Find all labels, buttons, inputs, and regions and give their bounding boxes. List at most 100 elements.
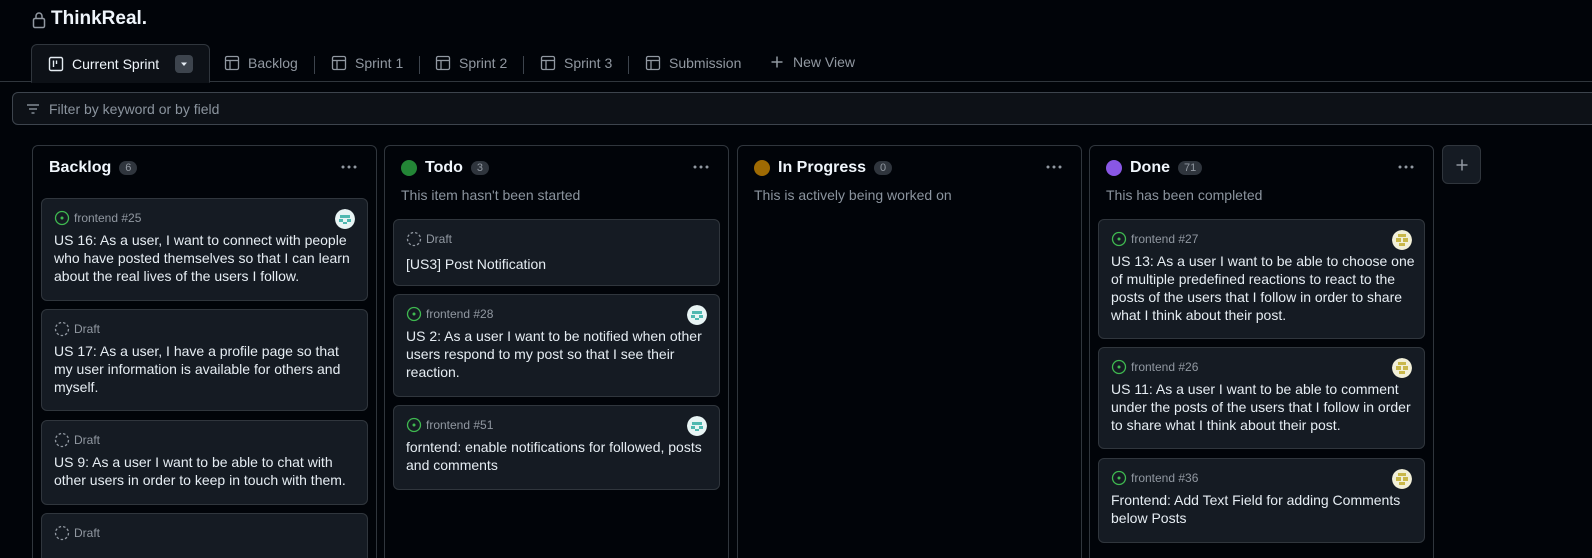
- card-meta: frontend #28: [406, 306, 493, 322]
- column-count: 6: [119, 161, 138, 175]
- column-header: In Progress 0: [754, 159, 893, 177]
- issue-card[interactable]: frontend #26 US 11: As a user I want to …: [1098, 347, 1425, 449]
- table-icon: [540, 55, 556, 71]
- card-title: US 11: As a user I want to be able to co…: [1111, 381, 1411, 433]
- avatar[interactable]: [687, 305, 707, 325]
- open-issue-icon: [1111, 231, 1127, 247]
- issue-card[interactable]: frontend #36 Frontend: Add Text Field fo…: [1098, 458, 1425, 543]
- tab-sprint-2[interactable]: Sprint 2: [435, 44, 507, 82]
- tab-divider: [628, 56, 629, 74]
- card-ref: Draft: [74, 433, 101, 447]
- card-title: US 13: As a user I want to be able to ch…: [1111, 253, 1415, 323]
- tab-divider: [523, 56, 524, 74]
- avatar[interactable]: [1392, 358, 1412, 378]
- add-column-button[interactable]: [1442, 145, 1481, 184]
- card-meta: Draft: [54, 432, 100, 448]
- tab-sprint-3[interactable]: Sprint 3: [540, 44, 612, 82]
- avatar[interactable]: [335, 209, 355, 229]
- column-count: 3: [470, 161, 490, 175]
- card-meta: frontend #36: [1111, 470, 1198, 486]
- issue-card[interactable]: frontend #28 US 2: As a user I want to b…: [393, 294, 720, 397]
- new-view-button[interactable]: New View: [769, 43, 855, 81]
- open-issue-icon: [1111, 359, 1127, 375]
- card-ref: Draft: [426, 232, 453, 246]
- view-options-button[interactable]: [175, 54, 194, 73]
- card-title: US 2: As a user I want to be notified wh…: [406, 328, 702, 380]
- column-count: 71: [1178, 161, 1203, 175]
- column-description: This has been completed: [1106, 187, 1263, 203]
- card-title: US 9: As a user I want to be able to cha…: [54, 454, 346, 488]
- table-icon: [224, 55, 240, 71]
- board-icon: [48, 56, 64, 71]
- card-meta: frontend #26: [1111, 359, 1198, 375]
- card-meta: Draft: [406, 231, 452, 247]
- filter-icon: [27, 103, 39, 114]
- table-icon: [331, 55, 347, 71]
- status-dot: [754, 160, 770, 176]
- card-ref: Draft: [74, 322, 101, 336]
- tab-label: Submission: [669, 55, 742, 71]
- kebab-horizontal-icon[interactable]: [692, 160, 710, 174]
- column-todo: Todo 3 This item hasn't been started Dra…: [384, 145, 729, 558]
- tab-divider: [314, 56, 315, 74]
- card-title: US 17: As a user, I have a profile page …: [54, 343, 341, 395]
- tab-divider: [419, 56, 420, 74]
- tab-backlog[interactable]: Backlog: [224, 44, 298, 82]
- open-issue-icon: [406, 417, 422, 433]
- plus-icon: [1456, 159, 1467, 170]
- kebab-horizontal-icon[interactable]: [1397, 160, 1415, 174]
- column-title: Todo: [425, 159, 463, 176]
- column-header: Todo 3: [401, 159, 490, 177]
- card-ref: Draft: [74, 526, 101, 540]
- column-title: In Progress: [778, 159, 867, 176]
- column-title: Backlog: [49, 159, 112, 176]
- column-description: This is actively being worked on: [754, 187, 952, 203]
- tab-sprint-1[interactable]: Sprint 1: [331, 44, 403, 82]
- project-title: ThinkReal.: [51, 8, 148, 29]
- issue-card[interactable]: frontend #25 US 16: As a user, I want to…: [41, 198, 368, 301]
- kebab-horizontal-icon[interactable]: [1045, 160, 1063, 174]
- card-ref: frontend #25: [74, 211, 142, 225]
- tab-label: Current Sprint: [72, 55, 160, 72]
- card-ref: frontend #51: [426, 418, 494, 432]
- avatar[interactable]: [1392, 230, 1412, 250]
- draft-issue-icon: [54, 525, 70, 541]
- card-ref: frontend #36: [1131, 471, 1199, 485]
- card-meta: Draft: [54, 525, 100, 541]
- issue-card[interactable]: frontend #51 forntend: enable notificati…: [393, 405, 720, 490]
- card-ref: frontend #27: [1131, 232, 1199, 246]
- card-meta: frontend #51: [406, 417, 493, 433]
- filter-input[interactable]: [49, 100, 649, 117]
- card-title: Frontend: Add Text Field for adding Comm…: [1111, 492, 1401, 526]
- issue-card[interactable]: frontend #27 US 13: As a user I want to …: [1098, 219, 1425, 339]
- tab-submission[interactable]: Submission: [645, 44, 741, 82]
- card-meta: Draft: [54, 321, 100, 337]
- column-count: 0: [874, 161, 893, 175]
- column-done: Done 71 This has been completed frontend…: [1089, 145, 1434, 558]
- status-dot: [401, 160, 417, 176]
- card-meta: frontend #25: [54, 210, 141, 226]
- tab-label: Sprint 2: [459, 55, 508, 71]
- tab-label: Backlog: [248, 55, 298, 71]
- column-description: This item hasn't been started: [401, 187, 581, 203]
- open-issue-icon: [54, 210, 70, 226]
- column-backlog: Backlog 6 frontend #25 US 16: As a user,…: [32, 145, 377, 558]
- open-issue-icon: [406, 306, 422, 322]
- draft-card[interactable]: Draft US 17: As a user, I have a profile…: [41, 309, 368, 411]
- column-in-progress: In Progress 0 This is actively being wor…: [737, 145, 1082, 558]
- kebab-horizontal-icon[interactable]: [340, 160, 358, 174]
- tab-current-sprint[interactable]: Current Sprint: [31, 44, 211, 83]
- avatar[interactable]: [687, 416, 707, 436]
- card-ref: frontend #26: [1131, 360, 1199, 374]
- column-title: Done: [1130, 159, 1170, 176]
- draft-card[interactable]: Draft: [41, 513, 368, 558]
- plus-icon: [771, 56, 783, 68]
- card-title: [US3] Post Notification: [406, 256, 547, 272]
- view-tabs: Current Sprint Backlog Sprint 1 Sprint 2: [0, 43, 1592, 83]
- draft-card[interactable]: Draft US 9: As a user I want to be able …: [41, 420, 368, 505]
- table-icon: [645, 55, 661, 71]
- draft-issue-icon: [54, 432, 70, 448]
- draft-card[interactable]: Draft [US3] Post Notification: [393, 219, 720, 286]
- avatar[interactable]: [1392, 469, 1412, 489]
- card-title: forntend: enable notifications for follo…: [406, 439, 702, 473]
